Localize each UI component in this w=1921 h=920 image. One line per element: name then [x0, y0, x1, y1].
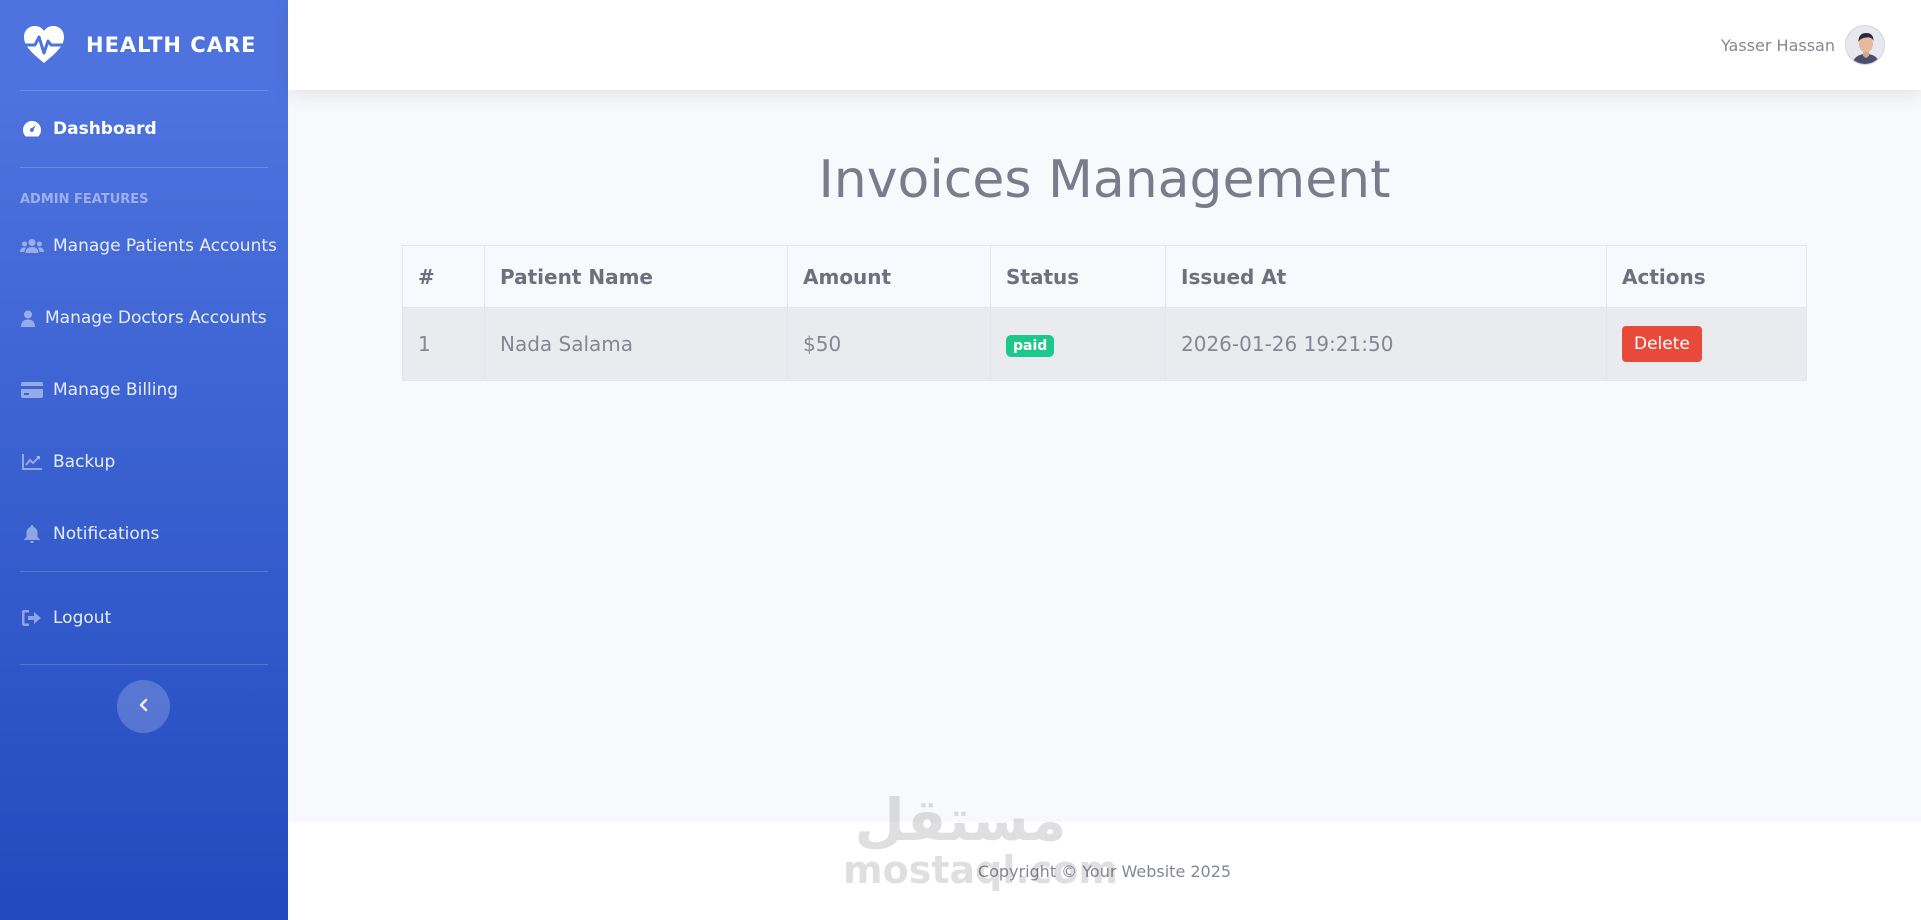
cell-patient-name: Nada Salama: [484, 307, 788, 381]
sidebar-item-label: Backup: [53, 452, 116, 472]
cell-status: paid: [990, 307, 1166, 381]
chart-line-icon: [20, 452, 44, 472]
sidebar-heading: ADMIN FEATURES: [20, 192, 149, 207]
cell-actions: Delete: [1606, 307, 1807, 381]
user-icon: [20, 308, 36, 328]
cell-issued-at: 2026-01-26 19:21:50: [1165, 307, 1607, 381]
credit-card-icon: [20, 380, 44, 400]
delete-button[interactable]: Delete: [1622, 326, 1702, 362]
sidebar-item-notifications[interactable]: Notifications: [0, 509, 288, 559]
gauge-icon: [20, 119, 44, 139]
column-header-status: Status: [990, 245, 1166, 308]
user-name[interactable]: Yasser Hassan: [1721, 36, 1835, 55]
column-header-amount: Amount: [787, 245, 991, 308]
cell-id: 1: [402, 307, 485, 381]
sidebar-item-doctors[interactable]: Manage Doctors Accounts: [0, 293, 288, 343]
sign-out-icon: [20, 608, 44, 628]
column-header-actions: Actions: [1606, 245, 1807, 308]
brand[interactable]: HEALTH CARE: [0, 0, 288, 90]
sidebar-item-patients[interactable]: Manage Patients Accounts: [0, 221, 288, 271]
table-header-row: # Patient Name Amount Status Issued At A…: [402, 245, 1807, 308]
column-header-patient-name: Patient Name: [484, 245, 788, 308]
invoices-table: # Patient Name Amount Status Issued At A…: [402, 245, 1807, 381]
sidebar-item-label: Notifications: [53, 524, 160, 544]
topbar: Yasser Hassan: [288, 0, 1921, 90]
sidebar-item-label: Manage Patients Accounts: [53, 236, 277, 256]
footer-copyright: Copyright © Your Website 2025: [977, 861, 1232, 881]
sidebar-item-logout[interactable]: Logout: [0, 572, 288, 664]
status-badge: paid: [1006, 335, 1055, 357]
sidebar-toggle-button[interactable]: [117, 680, 170, 733]
sidebar-divider: [20, 664, 268, 665]
sidebar-item-label: Manage Billing: [53, 380, 179, 400]
invoices-table-container: # Patient Name Amount Status Issued At A…: [402, 245, 1807, 381]
sidebar-item-label: Dashboard: [53, 119, 157, 139]
table-row: 1 Nada Salama $50 paid 2026-01-26 19:21:…: [402, 307, 1807, 381]
column-header-number: #: [402, 245, 485, 308]
brand-name: HEALTH CARE: [86, 33, 257, 57]
users-icon: [20, 236, 44, 256]
bell-icon: [20, 524, 44, 544]
sidebar-item-billing[interactable]: Manage Billing: [0, 365, 288, 415]
footer: Copyright © Your Website 2025: [288, 822, 1921, 920]
heart-pulse-icon: [22, 23, 66, 67]
sidebar-item-label: Logout: [53, 608, 112, 628]
sidebar-item-dashboard[interactable]: Dashboard: [0, 91, 288, 167]
sidebar-divider: [20, 167, 268, 168]
sidebar: HEALTH CARE Dashboard ADMIN FEATURES Man…: [0, 0, 288, 920]
sidebar-item-backup[interactable]: Backup: [0, 437, 288, 487]
sidebar-item-label: Manage Doctors Accounts: [45, 308, 267, 328]
user-avatar[interactable]: [1845, 25, 1885, 65]
page-title: Invoices Management: [818, 150, 1391, 210]
chevron-left-icon: [138, 697, 150, 716]
column-header-issued-at: Issued At: [1165, 245, 1607, 308]
cell-amount: $50: [787, 307, 991, 381]
